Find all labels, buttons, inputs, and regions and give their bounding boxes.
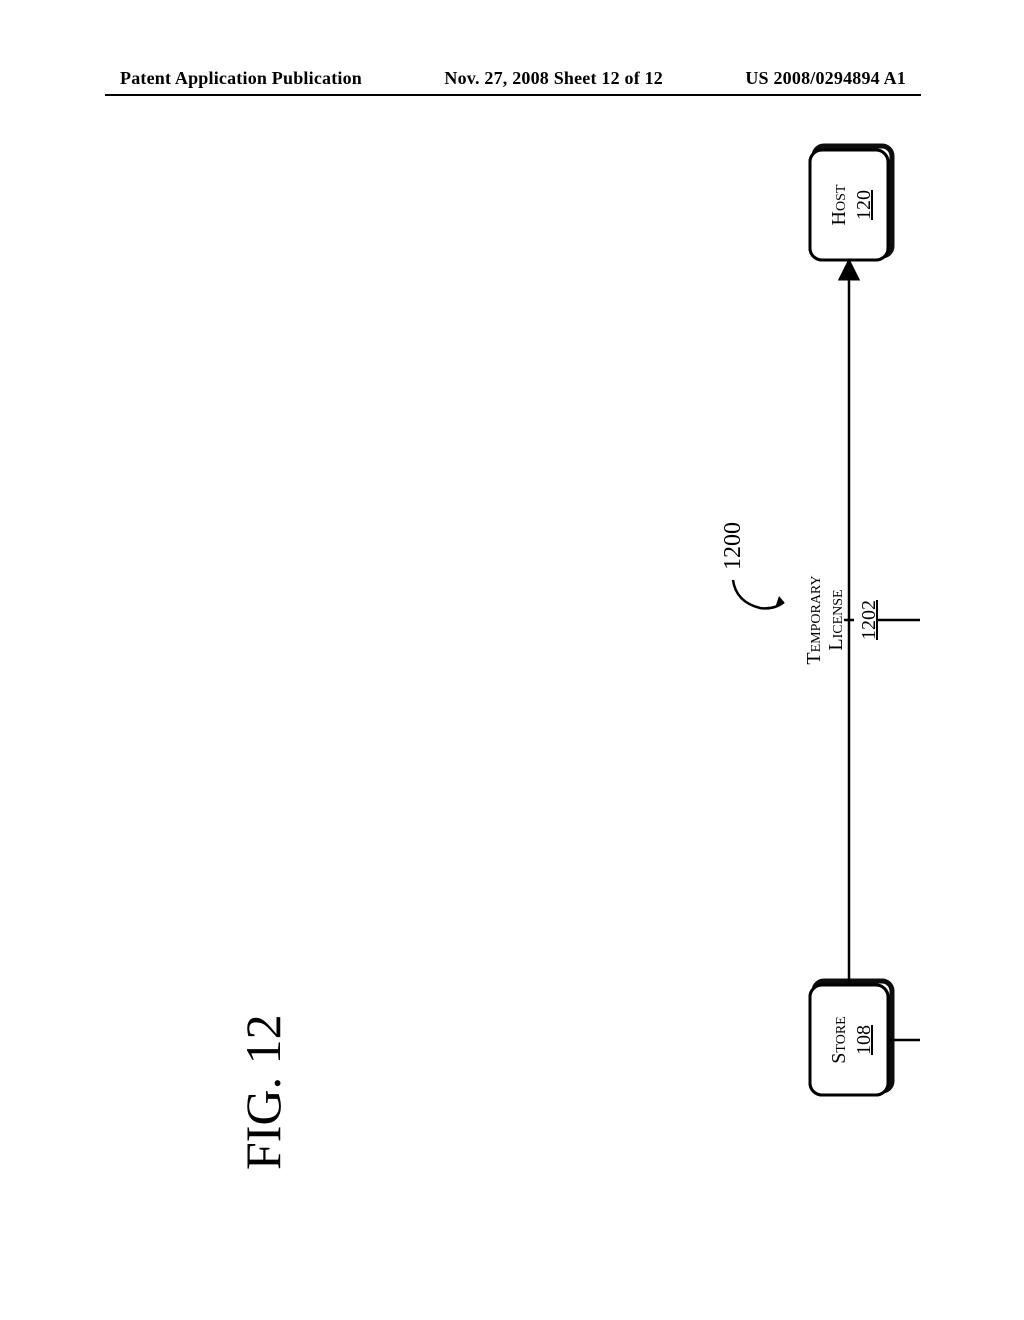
- store-num: 108: [853, 1025, 875, 1055]
- ref-1200: 1200: [720, 522, 784, 608]
- host-box: Host 120: [810, 146, 892, 260]
- host-label: Host: [828, 184, 850, 225]
- header-rule: [105, 94, 921, 96]
- figure-canvas: Store 108 Host 120 Temporary License 120…: [100, 130, 920, 1250]
- header-left: Patent Application Publication: [120, 68, 362, 89]
- header-center: Nov. 27, 2008 Sheet 12 of 12: [444, 68, 663, 89]
- page-header: Patent Application Publication Nov. 27, …: [0, 68, 1024, 89]
- figure-label: FIG. 12: [235, 1014, 291, 1170]
- temporary-license-label: Temporary License 1202: [803, 575, 880, 664]
- svg-text:Temporary: Temporary: [803, 575, 825, 664]
- svg-text:1202: 1202: [858, 600, 880, 640]
- host-num: 120: [853, 190, 875, 220]
- header-right: US 2008/0294894 A1: [745, 68, 906, 89]
- store-box: Store 108: [810, 981, 892, 1095]
- svg-text:License: License: [825, 589, 847, 650]
- store-label: Store: [828, 1016, 850, 1063]
- svg-text:1200: 1200: [720, 522, 746, 570]
